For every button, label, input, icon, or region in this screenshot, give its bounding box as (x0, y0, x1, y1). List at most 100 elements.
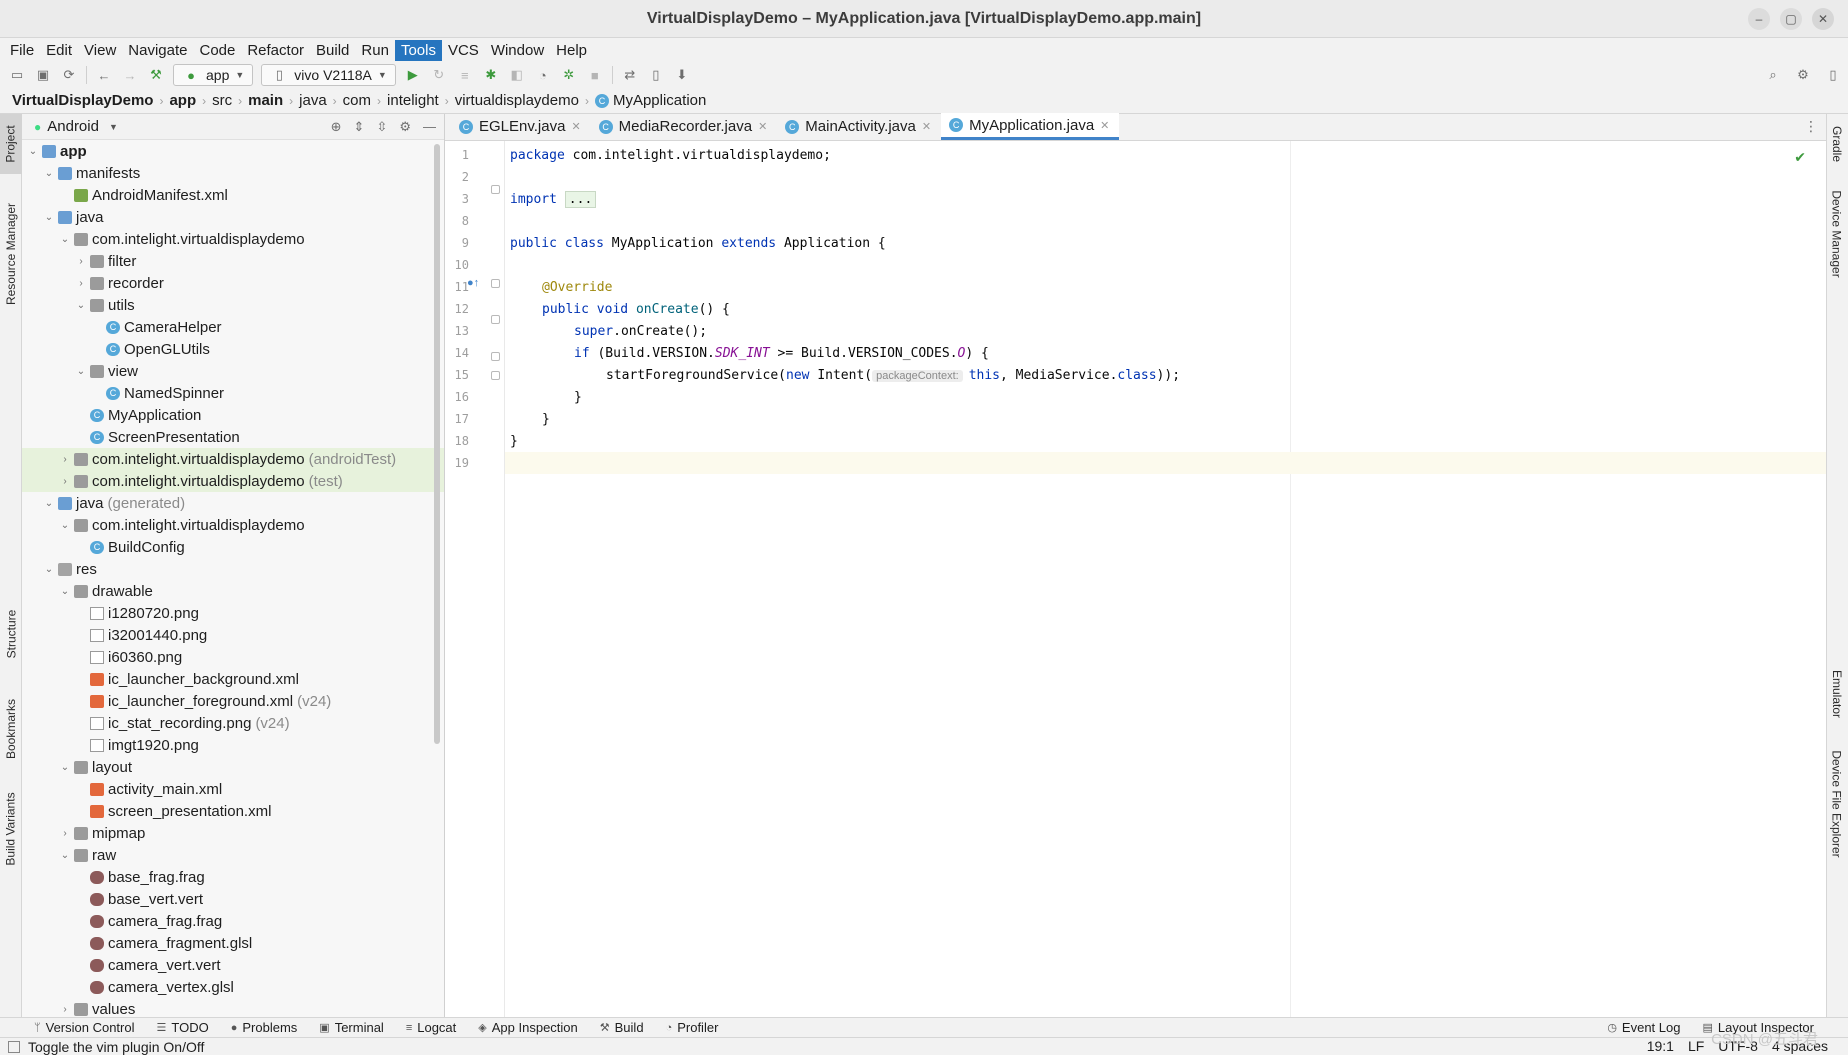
tree-item[interactable]: ⌄ manifests (22, 162, 444, 184)
breadcrumb-item[interactable]: virtualdisplaydemo (455, 92, 579, 109)
tool-tab-device-file-explorer[interactable]: Device File Explorer (1826, 734, 1848, 874)
expand-all-icon[interactable]: ⇕ (354, 119, 365, 135)
menu-code[interactable]: Code (193, 40, 241, 61)
hide-icon[interactable]: — (423, 119, 436, 135)
breadcrumb-item[interactable]: src (212, 92, 232, 109)
chevron-down-icon[interactable]: ⌄ (58, 762, 72, 773)
tool-tab-build-variants[interactable]: Build Variants (0, 774, 22, 884)
rerun-icon[interactable]: ↻ (430, 66, 448, 84)
editor-tab-myapplication[interactable]: C MyApplication.java ✕ (941, 113, 1120, 140)
menu-vcs[interactable]: VCS (442, 40, 485, 61)
caret-position[interactable]: 19:1 (1647, 1038, 1674, 1054)
chevron-right-icon[interactable]: › (74, 256, 88, 267)
tree-item[interactable]: ⌄ drawable (22, 580, 444, 602)
tool-tab-profiler[interactable]: ◔ Profiler (666, 1020, 719, 1035)
stop-icon[interactable]: ■ (586, 66, 604, 84)
search-icon[interactable]: ⌕ (1764, 66, 1782, 84)
tree-item[interactable]: base_vert.vert (22, 888, 444, 910)
open-folder-icon[interactable]: ▭ (8, 66, 26, 84)
tool-tab-resource-manager[interactable]: Resource Manager (0, 184, 22, 324)
breadcrumb-item[interactable]: MyApplication (613, 92, 706, 109)
menu-file[interactable]: File (4, 40, 40, 61)
tool-tab-device-manager[interactable]: Device Manager (1826, 174, 1848, 294)
tree-item[interactable]: ⌄ utils (22, 294, 444, 316)
editor-tab-mediarecorder[interactable]: C MediaRecorder.java ✕ (591, 113, 778, 140)
fold-icon[interactable] (491, 185, 500, 194)
close-icon[interactable]: ✕ (571, 120, 580, 133)
tree-item[interactable]: › filter (22, 250, 444, 272)
editor-gutter[interactable]: ●↑ (445, 141, 505, 1017)
project-scrollbar[interactable] (434, 144, 440, 744)
tool-tab-event-log[interactable]: ◷ Event Log (1607, 1020, 1680, 1035)
locate-icon[interactable]: ⊕ (331, 119, 342, 135)
tool-tab-app-inspection[interactable]: ◈ App Inspection (478, 1020, 577, 1035)
coverage-icon[interactable]: ◧ (508, 66, 526, 84)
sdk-manager-icon[interactable]: ⬇ (673, 66, 691, 84)
close-button[interactable]: ✕ (1812, 8, 1834, 30)
editor-tab-eglenv[interactable]: C EGLEnv.java ✕ (451, 113, 591, 140)
tree-item[interactable]: ic_launcher_background.xml (22, 668, 444, 690)
menu-window[interactable]: Window (485, 40, 550, 61)
menu-edit[interactable]: Edit (40, 40, 78, 61)
chevron-right-icon[interactable]: › (74, 278, 88, 289)
breadcrumb-item[interactable]: java (299, 92, 327, 109)
maximize-button[interactable]: ▢ (1780, 8, 1802, 30)
status-square-icon[interactable] (8, 1040, 20, 1053)
notifications-icon[interactable]: ▯ (1824, 66, 1842, 84)
chevron-right-icon[interactable]: › (58, 1004, 72, 1015)
tool-tab-build[interactable]: ⚒ Build (600, 1020, 644, 1035)
menu-help[interactable]: Help (550, 40, 593, 61)
gear-icon[interactable]: ⚙ (399, 119, 411, 135)
code-editor[interactable]: ✔ 1 package com.intelight.virtualdisplay… (455, 141, 1826, 1017)
tree-item[interactable]: C BuildConfig (22, 536, 444, 558)
collapse-all-icon[interactable]: ⇳ (376, 119, 387, 135)
tree-item[interactable]: camera_vert.vert (22, 954, 444, 976)
menu-tools[interactable]: Tools (394, 39, 442, 61)
tool-tab-terminal[interactable]: ▣ Terminal (319, 1020, 384, 1035)
tool-tab-project[interactable]: Project (0, 114, 22, 174)
tree-item[interactable]: › mipmap (22, 822, 444, 844)
project-view-selector[interactable]: Android (47, 118, 99, 135)
tree-item[interactable]: ⌄ raw (22, 844, 444, 866)
breadcrumb-item[interactable]: com (343, 92, 371, 109)
chevron-down-icon[interactable]: ⌄ (42, 498, 56, 509)
gear-icon[interactable]: ⚙ (1794, 66, 1812, 84)
back-arrow-icon[interactable]: ← (95, 66, 113, 84)
chevron-right-icon[interactable]: › (58, 828, 72, 839)
tree-item[interactable]: ic_launcher_foreground.xml (v24) (22, 690, 444, 712)
tree-item[interactable]: screen_presentation.xml (22, 800, 444, 822)
tree-item[interactable]: ⌄ java (22, 206, 444, 228)
close-icon[interactable]: ✕ (758, 120, 767, 133)
run-icon[interactable]: ▶ (404, 66, 422, 84)
chevron-down-icon[interactable]: ⌄ (74, 300, 88, 311)
tree-item[interactable]: C ScreenPresentation (22, 426, 444, 448)
tree-item[interactable]: ⌄ com.intelight.virtualdisplaydemo (22, 228, 444, 250)
tree-item[interactable]: ⌄ view (22, 360, 444, 382)
fold-icon[interactable] (491, 279, 500, 288)
chevron-down-icon[interactable]: ⌄ (58, 850, 72, 861)
debug-icon[interactable]: ✱ (482, 66, 500, 84)
menu-view[interactable]: View (78, 40, 122, 61)
tree-item[interactable]: ⌄ com.intelight.virtualdisplaydemo (22, 514, 444, 536)
breadcrumb-item[interactable]: intelight (387, 92, 439, 109)
tool-tab-emulator[interactable]: Emulator (1826, 654, 1848, 734)
apply-changes-icon[interactable]: ≡ (456, 66, 474, 84)
run-config-dropdown[interactable]: ● app ▼ (173, 64, 254, 86)
tree-item[interactable]: ⌄ java (generated) (22, 492, 444, 514)
tree-item[interactable]: › com.intelight.virtualdisplaydemo (androi… (22, 448, 444, 470)
tree-item[interactable]: camera_frag.frag (22, 910, 444, 932)
menu-build[interactable]: Build (310, 40, 355, 61)
tool-tab-logcat[interactable]: ≡ Logcat (406, 1020, 456, 1035)
folded-imports[interactable]: ... (564, 190, 597, 208)
tree-item[interactable]: ⌄ app (22, 140, 444, 162)
tree-item[interactable]: ⌄ layout (22, 756, 444, 778)
menu-refactor[interactable]: Refactor (241, 40, 310, 61)
tool-tab-structure[interactable]: Structure (0, 594, 22, 674)
tree-item[interactable]: i1280720.png (22, 602, 444, 624)
profile-icon[interactable]: ◔ (534, 66, 552, 84)
chevron-down-icon[interactable]: ⌄ (42, 564, 56, 575)
tree-item[interactable]: C OpenGLUtils (22, 338, 444, 360)
chevron-down-icon[interactable]: ⌄ (58, 234, 72, 245)
tree-item[interactable]: base_frag.frag (22, 866, 444, 888)
tree-item[interactable]: C MyApplication (22, 404, 444, 426)
